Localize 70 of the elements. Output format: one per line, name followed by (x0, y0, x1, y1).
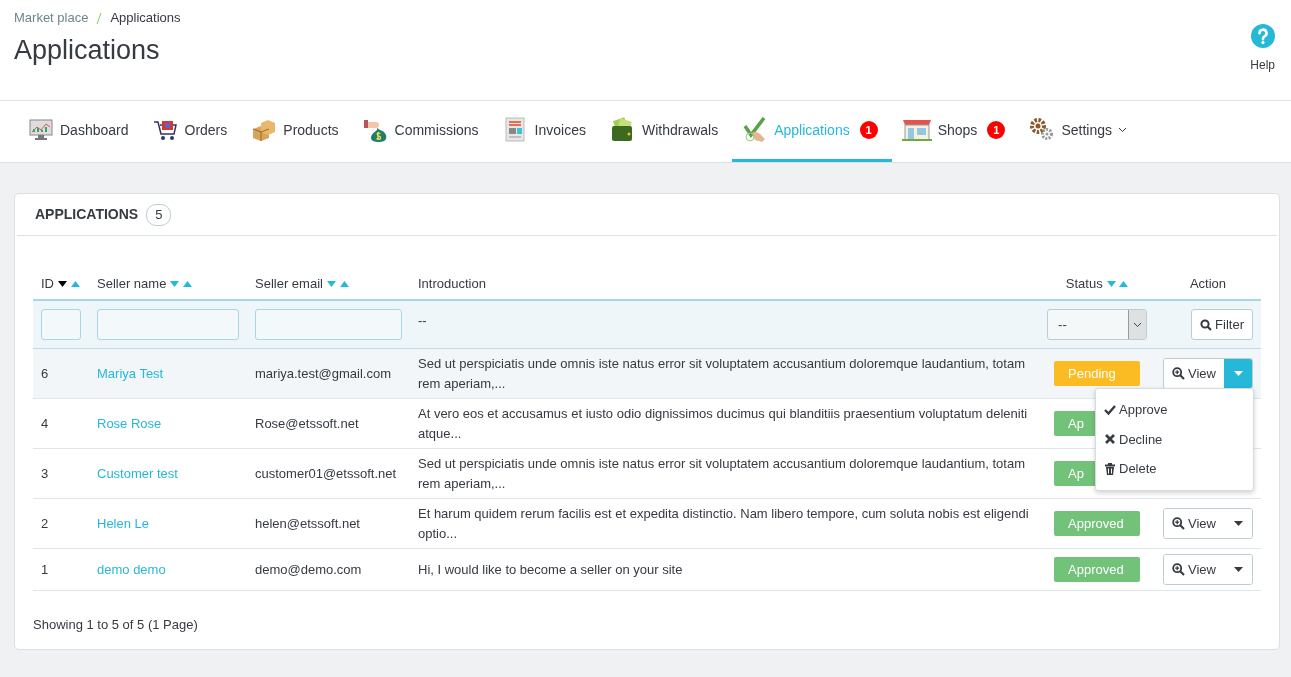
table-cell: helen@etssoft.net (247, 498, 410, 549)
table-cell: Hi, I would like to become a seller on your site (410, 548, 1040, 591)
panel-title: APPLICATIONS (35, 205, 139, 225)
caret-icon (1233, 371, 1243, 376)
check-icon (1104, 403, 1116, 416)
breadcrumb-link[interactable]: Market place (14, 10, 89, 25)
count-badge: 5 (146, 204, 172, 226)
chevron-down-icon (1133, 321, 1143, 328)
table-cell: 6 (33, 348, 89, 399)
table-cell: Et harum quidem rerum facilis est et expedita distinctio. Nam libero tempore, cum soluta nobis est eligendi optio... (410, 498, 1040, 549)
nav-tab[interactable]: Settings (1019, 101, 1141, 162)
search-icon (1200, 318, 1213, 331)
sort-descending-icon[interactable] (58, 281, 67, 288)
nav-tab[interactable]: Shops 1 (891, 101, 1020, 162)
zoom-in-icon (1172, 517, 1186, 530)
zoom-in-icon (1172, 563, 1186, 576)
table-cell: 1 (33, 548, 89, 591)
storefront-icon (901, 117, 932, 143)
table-cell: 3 (33, 448, 89, 499)
help-icon[interactable] (1250, 24, 1275, 48)
table-cell: At vero eos et accusamus et iusto odio dignissimos ducimus qui blanditiis praesentium voluptatum deleniti atque... (410, 398, 1040, 449)
status-badge: Pending (1054, 360, 1141, 387)
column-header: Status (1065, 275, 1103, 291)
sort-ascending-icon[interactable] (339, 281, 349, 288)
column-header: Introduction (418, 275, 486, 291)
nav-tab[interactable]: Applications 1 (732, 101, 892, 162)
table-cell: Sed ut perspiciatis unde omnis iste natus error sit voluptatem accusantium doloremque laudantium, totam rem aperiam,... (410, 448, 1040, 499)
gears-icon (1029, 117, 1056, 143)
column-header: Action (1189, 275, 1227, 291)
separator-icon (96, 13, 103, 25)
table-cell: customer01@etssoft.net (247, 448, 410, 499)
help-link[interactable]: Help (1250, 56, 1275, 74)
sort-ascending-icon[interactable] (1119, 281, 1129, 288)
column-header: ID (41, 275, 54, 291)
status-badge: Approved (1054, 510, 1141, 537)
zoom-in-icon (1172, 367, 1186, 380)
filter-field[interactable] (97, 309, 239, 340)
nav-tab[interactable]: Orders (142, 101, 242, 162)
filter-field[interactable] (41, 309, 81, 340)
nav-tab[interactable]: Withdrawals (599, 101, 733, 162)
caret-icon (1233, 567, 1243, 572)
nav-tab[interactable]: Invoices (492, 101, 600, 162)
monitor-chart-icon (28, 117, 54, 143)
trash-icon (1104, 462, 1116, 475)
column-header: Seller name (97, 275, 167, 291)
pagination-summary: Showing 1 to 5 of 5 (1 Page) (33, 616, 199, 634)
nav-tab[interactable]: Commissions (352, 101, 493, 162)
notification-badge: 1 (859, 121, 878, 139)
caret-icon (1233, 521, 1243, 526)
table-cell: Rose@etssoft.net (247, 398, 410, 449)
table-cell: mariya.test@gmail.com (247, 348, 410, 399)
page-title: Applications (14, 33, 161, 66)
close-icon (1104, 433, 1116, 446)
table-cell: 4 (33, 398, 89, 449)
nav-tab[interactable]: Dashboard (18, 101, 143, 162)
notification-badge: 1 (987, 121, 1006, 139)
money-bag-icon (362, 117, 389, 143)
status-badge: Approved (1054, 556, 1141, 583)
sort-ascending-icon[interactable] (183, 281, 192, 288)
filter-button[interactable]: Filter (1191, 309, 1253, 340)
column-header: Seller email (255, 275, 323, 291)
dropdown-toggle-button[interactable] (1224, 359, 1252, 388)
filter-field[interactable] (255, 309, 402, 340)
status-select[interactable]: -- (1047, 309, 1148, 340)
table-cell: -- (410, 300, 1040, 349)
boxes-icon (251, 117, 278, 143)
table-cell: 2 (33, 498, 89, 549)
nav-tab[interactable]: Products (241, 101, 353, 162)
table-cell: Sed ut perspiciatis unde omnis iste natus error sit voluptatem accusantium doloremque laudantium, totam rem aperiam,... (410, 348, 1040, 399)
table-cell: demo@demo.com (247, 548, 410, 591)
